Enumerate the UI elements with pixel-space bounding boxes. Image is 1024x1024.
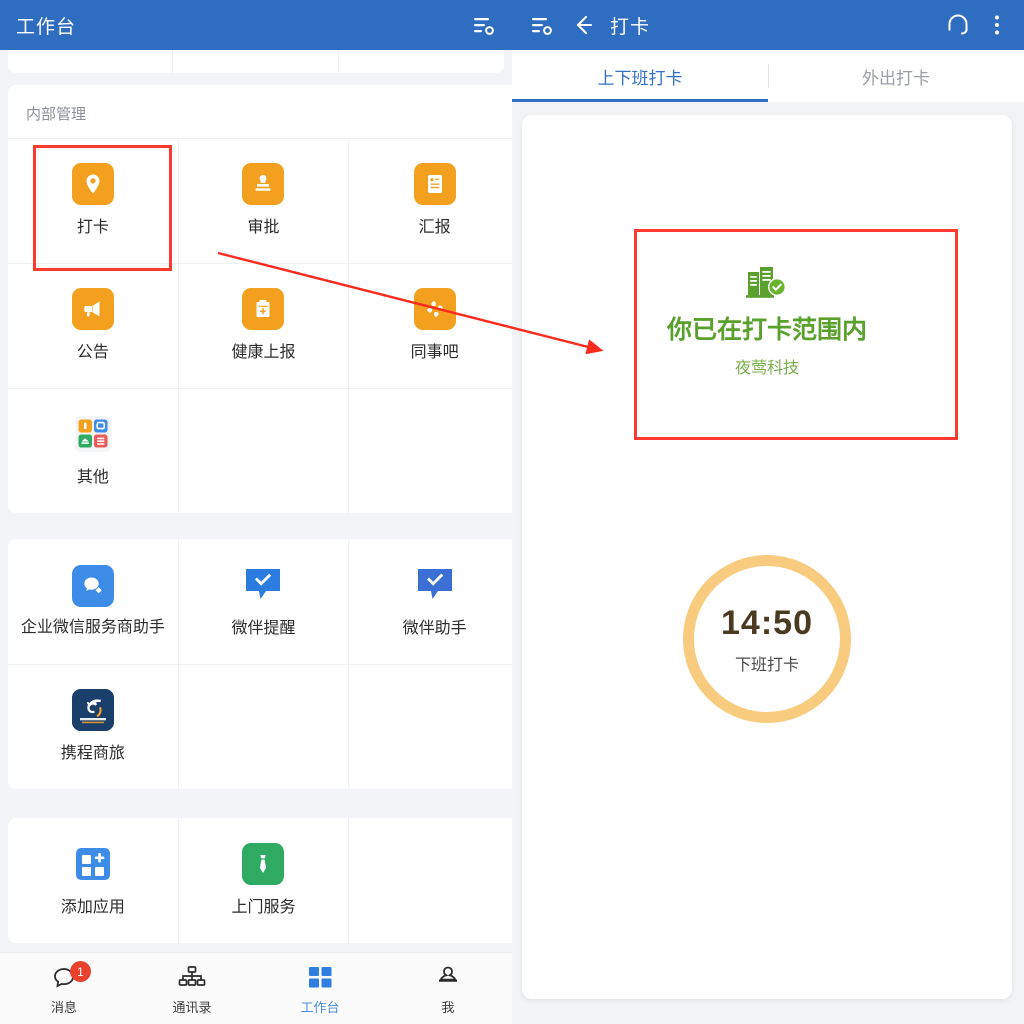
app-cell-dakai[interactable]: 打卡 <box>8 138 179 263</box>
tab-divider <box>768 64 769 88</box>
ctrip-dolphin-icon <box>72 689 114 731</box>
checkin-title: 打卡 <box>610 12 650 39</box>
location-pin-icon <box>72 163 114 205</box>
app-label: 微伴提醒 <box>231 618 295 640</box>
clock-wrap: 14:50 下班打卡 <box>522 555 1012 723</box>
checkin-clock-button[interactable]: 14:50 下班打卡 <box>683 555 851 723</box>
app-cell-empty <box>349 818 520 943</box>
app-label: 公告 <box>77 342 109 364</box>
app-cell-ctrip-business[interactable]: 携程商旅 <box>8 664 179 789</box>
building-verified-icon <box>744 265 790 304</box>
stamp-icon <box>242 163 284 205</box>
grid-icon <box>306 962 334 992</box>
checkin-header: 打卡 <box>512 0 1024 50</box>
nav-label: 通讯录 <box>172 997 211 1016</box>
app-cell-tongshiba[interactable]: 同事吧 <box>349 263 520 388</box>
message-badge: 1 <box>70 961 91 982</box>
nav-item-messages[interactable]: 1 消息 <box>0 953 128 1024</box>
tab-label: 上下班打卡 <box>598 64 683 89</box>
app-label: 添加应用 <box>61 897 125 919</box>
nav-label: 我 <box>441 997 454 1016</box>
list-settings-icon[interactable] <box>470 12 496 38</box>
clock-time: 14:50 <box>721 604 813 643</box>
pinwheel-icon <box>414 288 456 330</box>
app-label: 健康上报 <box>231 342 295 364</box>
app-cell-empty <box>349 664 520 789</box>
section-title: 内部管理 <box>8 85 520 138</box>
partial-cell <box>173 50 338 73</box>
nav-label: 消息 <box>51 997 77 1016</box>
app-label: 微伴助手 <box>403 618 467 640</box>
headset-icon[interactable] <box>944 11 972 39</box>
nav-item-workbench[interactable]: 工作台 <box>256 953 384 1024</box>
app-label: 打卡 <box>77 217 109 239</box>
clipboard-plus-icon <box>242 288 284 330</box>
app-label: 企业微信服务商助手 <box>21 617 165 639</box>
apps-grid-multicolor-icon <box>72 413 114 455</box>
checkin-tabs: 上下班打卡 外出打卡 <box>512 50 1024 102</box>
check-bubble-icon <box>414 564 456 606</box>
app-grid-utility: 添加应用 上门服务 <box>8 818 520 943</box>
workbench-panel: 内部管理 打卡 审批 <box>0 0 512 1024</box>
tab-label: 外出打卡 <box>862 64 930 89</box>
org-tree-icon <box>177 962 207 992</box>
app-cell-qita[interactable]: 其他 <box>8 388 179 513</box>
back-arrow-icon[interactable] <box>570 12 596 38</box>
nav-item-me[interactable]: 我 <box>384 953 512 1024</box>
app-cell-huibao[interactable]: 汇报 <box>349 138 520 263</box>
range-status-title: 你已在打卡范围内 <box>667 310 867 346</box>
app-label: 同事吧 <box>411 342 459 364</box>
tab-outside-checkin[interactable]: 外出打卡 <box>768 50 1024 102</box>
app-cell-empty <box>349 388 520 513</box>
app-cell-onsite-service[interactable]: 上门服务 <box>179 818 350 943</box>
chat-bubble-icon <box>72 565 114 607</box>
app-label: 其他 <box>77 467 109 489</box>
app-grid-internal: 打卡 审批 <box>8 138 520 513</box>
app-grid-third-party: 企业微信服务商助手 微伴提醒 <box>8 539 520 789</box>
partial-cell <box>8 50 173 73</box>
bottom-navigation: 1 消息 通讯录 <box>0 952 512 1024</box>
app-label: 上门服务 <box>231 897 295 919</box>
app-root: 内部管理 打卡 审批 <box>0 0 1024 1024</box>
clock-action-label: 下班打卡 <box>735 651 799 675</box>
app-cell-shenpi[interactable]: 审批 <box>179 138 350 263</box>
app-label: 携程商旅 <box>61 743 125 765</box>
card-utility-apps: 添加应用 上门服务 <box>8 818 520 943</box>
nav-item-contacts[interactable]: 通讯录 <box>128 953 256 1024</box>
card-third-party-apps: 企业微信服务商助手 微伴提醒 <box>8 539 520 789</box>
app-cell-wecom-service-assistant[interactable]: 企业微信服务商助手 <box>8 539 179 664</box>
card-internal-management: 内部管理 打卡 审批 <box>8 85 520 513</box>
app-cell-empty <box>179 664 350 789</box>
person-icon <box>434 962 462 992</box>
check-bubble-icon <box>242 564 284 606</box>
tab-work-checkin[interactable]: 上下班打卡 <box>512 50 768 102</box>
app-label: 审批 <box>247 217 279 239</box>
app-cell-weiban-remind[interactable]: 微伴提醒 <box>179 539 350 664</box>
nav-label: 工作台 <box>300 997 339 1016</box>
document-report-icon <box>414 163 456 205</box>
range-status-block: 你已在打卡范围内 夜莺科技 <box>522 265 1012 378</box>
checkin-card: 你已在打卡范围内 夜莺科技 14:50 下班打卡 <box>522 115 1012 999</box>
app-cell-add-app[interactable]: 添加应用 <box>8 818 179 943</box>
page-title: 工作台 <box>16 12 76 39</box>
partial-grid <box>8 50 504 73</box>
app-cell-jiankangshangbao[interactable]: 健康上报 <box>179 263 350 388</box>
add-app-grid-icon <box>72 843 114 885</box>
list-settings-icon[interactable] <box>528 12 554 38</box>
more-vertical-icon[interactable] <box>986 12 1008 38</box>
partial-cell <box>339 50 504 73</box>
partial-card-row <box>0 50 512 83</box>
app-cell-weiban-assistant[interactable]: 微伴助手 <box>349 539 520 664</box>
workbench-header: 工作台 <box>0 0 512 50</box>
megaphone-icon <box>72 288 114 330</box>
range-status-subtitle: 夜莺科技 <box>735 354 799 378</box>
app-cell-empty <box>179 388 350 513</box>
necktie-icon <box>242 843 284 885</box>
app-label: 汇报 <box>419 217 451 239</box>
app-cell-gonggao[interactable]: 公告 <box>8 263 179 388</box>
